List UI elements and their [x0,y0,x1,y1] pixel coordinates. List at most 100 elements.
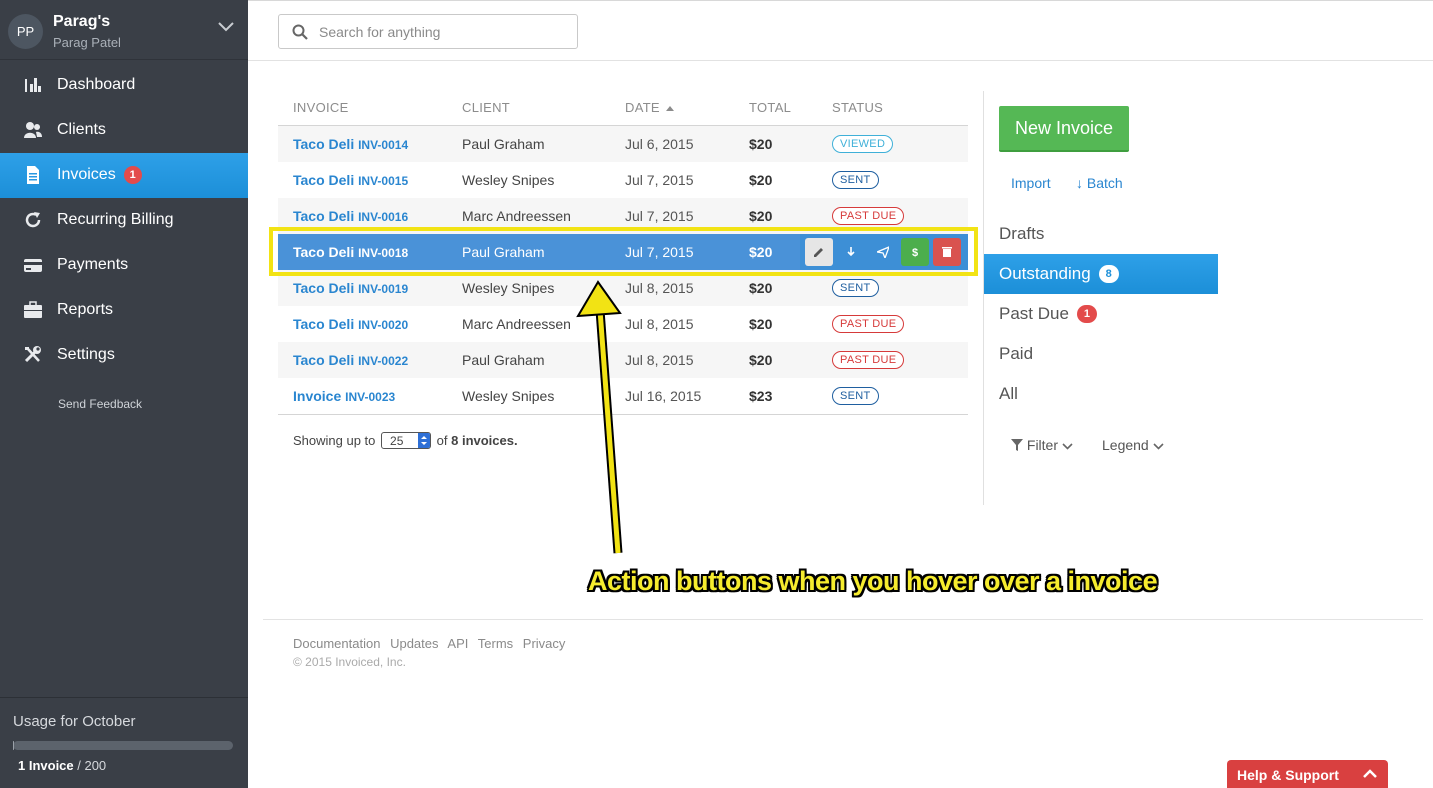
invoice-date: Jul 6, 2015 [625,136,694,152]
sidebar-item-dashboard[interactable]: Dashboard [0,63,248,108]
filter-label: Outstanding [999,264,1091,283]
invoice-customer: Taco Deli [293,280,355,296]
invoice-link[interactable]: Taco Deli INV-0015 [293,172,408,188]
credit-card-icon [24,259,42,272]
sidebar-item-settings[interactable]: Settings [0,333,248,378]
filter-drafts[interactable]: Drafts [984,214,1218,254]
chevron-down-icon [1062,443,1073,450]
usage-limit: / 200 [73,758,107,773]
footer-link-privacy[interactable]: Privacy [523,636,566,651]
filter-all[interactable]: All [984,374,1218,414]
top-bar [248,0,1433,61]
footer-link-terms[interactable]: Terms [478,636,513,651]
per-page-value: 25 [390,434,404,448]
invoice-total: $20 [749,136,773,152]
users-icon [24,122,42,138]
filter-past-due[interactable]: Past Due 1 [984,294,1218,334]
search-input[interactable] [319,21,569,43]
per-page-select[interactable]: 25 [381,432,432,449]
column-header-date[interactable]: DATE [625,100,674,115]
invoice-customer: Taco Deli [293,172,355,188]
account-user: Parag Patel [53,35,121,50]
sidebar: PP Parag's Parag Patel Dashboard Clients… [0,0,248,788]
invoice-customer: Taco Deli [293,352,355,368]
column-header-client[interactable]: CLIENT [462,100,510,115]
sidebar-item-recurring-billing[interactable]: Recurring Billing [0,198,248,243]
legend-dropdown[interactable]: Legend [1102,437,1164,453]
invoice-total: $20 [749,172,773,188]
invoice-date: Jul 7, 2015 [625,208,694,224]
invoice-customer: Taco Deli [293,136,355,152]
invoice-customer: Taco Deli [293,316,355,332]
sidebar-item-clients[interactable]: Clients [0,108,248,153]
status-badge: PAST DUE [832,207,905,225]
search-box[interactable] [278,14,578,49]
hover-row-highlight-box [269,227,978,276]
table-row[interactable]: Taco Deli INV-0014 Paul Graham Jul 6, 2015… [278,126,968,162]
footer-link-updates[interactable]: Updates [390,636,438,651]
send-feedback-link[interactable]: Send Feedback [58,397,142,411]
chevron-up-icon [1363,769,1377,778]
status-badge: SENT [832,279,879,297]
filter-label: Filter [1026,437,1059,453]
invoice-link[interactable]: Taco Deli INV-0022 [293,352,408,368]
copyright: © 2015 Invoiced, Inc. [293,655,406,669]
table-row[interactable]: Taco Deli INV-0015 Wesley Snipes Jul 7, 20… [278,162,968,198]
invoice-number: INV-0020 [358,318,409,332]
help-support-button[interactable]: Help & Support [1227,760,1388,788]
invoice-link[interactable]: Taco Deli INV-0020 [293,316,408,332]
client-name: Paul Graham [462,352,545,368]
chevron-down-icon[interactable] [218,22,234,32]
column-header-invoice[interactable]: INVOICE [293,100,349,115]
footer-link-documentation[interactable]: Documentation [293,636,380,651]
column-header-status[interactable]: STATUS [832,100,883,115]
briefcase-icon [24,301,42,318]
invoice-link[interactable]: Taco Deli INV-0019 [293,280,408,296]
search-icon [292,24,308,40]
column-header-total[interactable]: TOTAL [749,100,791,115]
invoice-number: INV-0015 [358,174,409,188]
filter-dropdown[interactable]: Filter [1011,437,1073,453]
invoice-link[interactable]: Invoice INV-0023 [293,388,395,404]
filter-label: Paid [999,344,1034,363]
invoice-link[interactable]: Taco Deli INV-0014 [293,136,408,152]
invoice-link[interactable]: Taco Deli INV-0016 [293,208,408,224]
invoice-number: INV-0023 [345,390,396,404]
sidebar-item-label: Settings [57,346,115,363]
invoice-total: $23 [749,388,773,404]
batch-link[interactable]: ↓ Batch [1076,175,1123,191]
refresh-icon [25,212,41,228]
status-badge: SENT [832,171,879,189]
sidebar-item-reports[interactable]: Reports [0,288,248,333]
status-badge: VIEWED [832,135,894,153]
sidebar-nav: Dashboard Clients Invoices 1 Recurring Bi… [0,63,248,378]
footer-link-api[interactable]: API [447,636,468,651]
help-support-label: Help & Support [1237,767,1339,783]
page-footer: Documentation Updates API Terms Privacy … [263,619,1423,669]
invoice-date: Jul 7, 2015 [625,172,694,188]
invoice-total: $20 [749,208,773,224]
annotation-caption: Action buttons when you hover over a inv… [588,566,1158,596]
new-invoice-button[interactable]: New Invoice [999,106,1129,152]
invoice-customer: Invoice [293,388,342,404]
filter-label: All [999,384,1018,403]
client-name: Marc Andreessen [462,316,571,332]
client-name: Wesley Snipes [462,280,555,296]
usage-used: 1 Invoice [18,758,74,773]
sidebar-item-payments[interactable]: Payments [0,243,248,288]
sidebar-item-invoices[interactable]: Invoices 1 [0,153,248,198]
usage-panel: Usage for October 1 Invoice / 200 [0,697,248,788]
filter-paid[interactable]: Paid [984,334,1218,374]
invoice-total: $20 [749,316,773,332]
sidebar-item-label: Dashboard [57,76,136,93]
status-badge: PAST DUE [832,315,905,333]
filter-outstanding[interactable]: Outstanding 8 [984,254,1218,294]
invoice-number: INV-0016 [358,210,409,224]
invoice-number: INV-0019 [358,282,409,296]
sidebar-item-label: Reports [57,301,114,318]
import-link[interactable]: Import [1011,175,1051,191]
avatar: PP [8,14,43,49]
sort-ascending-icon [665,106,674,111]
funnel-icon [1011,439,1023,451]
account-switcher[interactable]: PP Parag's Parag Patel [0,0,248,60]
